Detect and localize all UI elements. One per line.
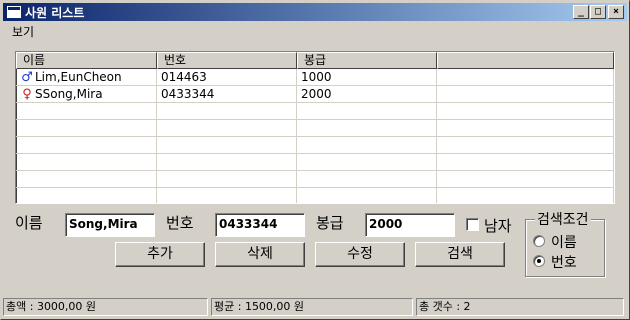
empty-row — [16, 188, 614, 203]
maximize-button[interactable]: □ — [590, 5, 606, 19]
title-bar[interactable]: 사원 리스트 _ □ × — [3, 3, 627, 21]
number-label: 번호 — [166, 214, 194, 232]
column-header-salary[interactable]: 봉급 — [297, 52, 437, 69]
salary-input[interactable]: 2000 — [365, 213, 455, 237]
list-row[interactable]: ♂ Lim,EunCheon 014463 1000 — [16, 69, 614, 86]
close-button[interactable]: × — [608, 5, 624, 19]
empty-row — [16, 120, 614, 137]
window-title: 사원 리스트 — [25, 5, 85, 20]
column-header-name[interactable]: 이름 — [16, 52, 157, 69]
cell-empty — [437, 69, 614, 85]
search-by-number-label[interactable]: 번호 — [551, 252, 577, 272]
cell-name: ♂ Lim,EunCheon — [16, 69, 157, 85]
window-controls: _ □ × — [572, 5, 624, 19]
list-header: 이름 번호 봉급 — [16, 52, 614, 69]
column-header-number[interactable]: 번호 — [157, 52, 297, 69]
row-name: SSong,Mira — [35, 87, 103, 101]
name-label: 이름 — [15, 214, 43, 232]
male-checkbox-label[interactable]: 남자 — [484, 215, 512, 236]
name-input[interactable]: Song,Mira — [65, 213, 155, 237]
minimize-button[interactable]: _ — [573, 5, 589, 19]
list-rows: ♂ Lim,EunCheon 014463 1000 ♀ SSong,Mira 04… — [16, 69, 614, 203]
salary-label: 봉급 — [316, 214, 344, 232]
delete-button[interactable]: 삭제 — [215, 242, 305, 267]
window-icon — [7, 6, 21, 18]
menu-bar: 보기 — [3, 22, 42, 40]
search-by-name-label[interactable]: 이름 — [551, 232, 577, 252]
empty-row — [16, 171, 614, 188]
status-average: 평균 : 1500,00 원 — [211, 298, 413, 316]
female-icon: ♀ — [22, 87, 32, 102]
search-by-name-radio[interactable] — [533, 235, 545, 247]
list-row[interactable]: ♀ SSong,Mira 0433344 2000 — [16, 86, 614, 103]
employee-list[interactable]: 이름 번호 봉급 ♂ Lim,EunCheon 014463 1000 ♀ SSon… — [15, 51, 615, 204]
edit-button[interactable]: 수정 — [315, 242, 405, 267]
row-name: Lim,EunCheon — [35, 70, 122, 84]
number-input[interactable]: 0433344 — [215, 213, 305, 237]
search-criteria-legend: 검색조건 — [535, 209, 591, 229]
cell-number: 014463 — [157, 69, 297, 85]
search-button[interactable]: 검색 — [415, 242, 505, 267]
search-by-number-radio[interactable] — [533, 255, 545, 267]
add-button[interactable]: 추가 — [115, 242, 205, 267]
menu-view[interactable]: 보기 — [3, 23, 42, 40]
cell-number: 0433344 — [157, 86, 297, 102]
cell-name: ♀ SSong,Mira — [16, 86, 157, 102]
empty-row — [16, 103, 614, 120]
status-total: 총액 : 3000,00 원 — [3, 298, 208, 316]
male-checkbox[interactable] — [466, 218, 479, 231]
employee-list-window: 사원 리스트 _ □ × 보기 이름 번호 봉급 ♂ Lim,EunCheon 0… — [0, 0, 630, 320]
empty-row — [16, 154, 614, 171]
status-count: 총 갯수 : 2 — [416, 298, 624, 316]
cell-empty — [437, 86, 614, 102]
cell-salary: 1000 — [297, 69, 437, 85]
status-bar: 총액 : 3000,00 원 평균 : 1500,00 원 총 갯수 : 2 — [3, 297, 627, 317]
column-header-empty — [437, 52, 614, 69]
male-icon: ♂ — [21, 70, 33, 85]
empty-row — [16, 137, 614, 154]
cell-salary: 2000 — [297, 86, 437, 102]
